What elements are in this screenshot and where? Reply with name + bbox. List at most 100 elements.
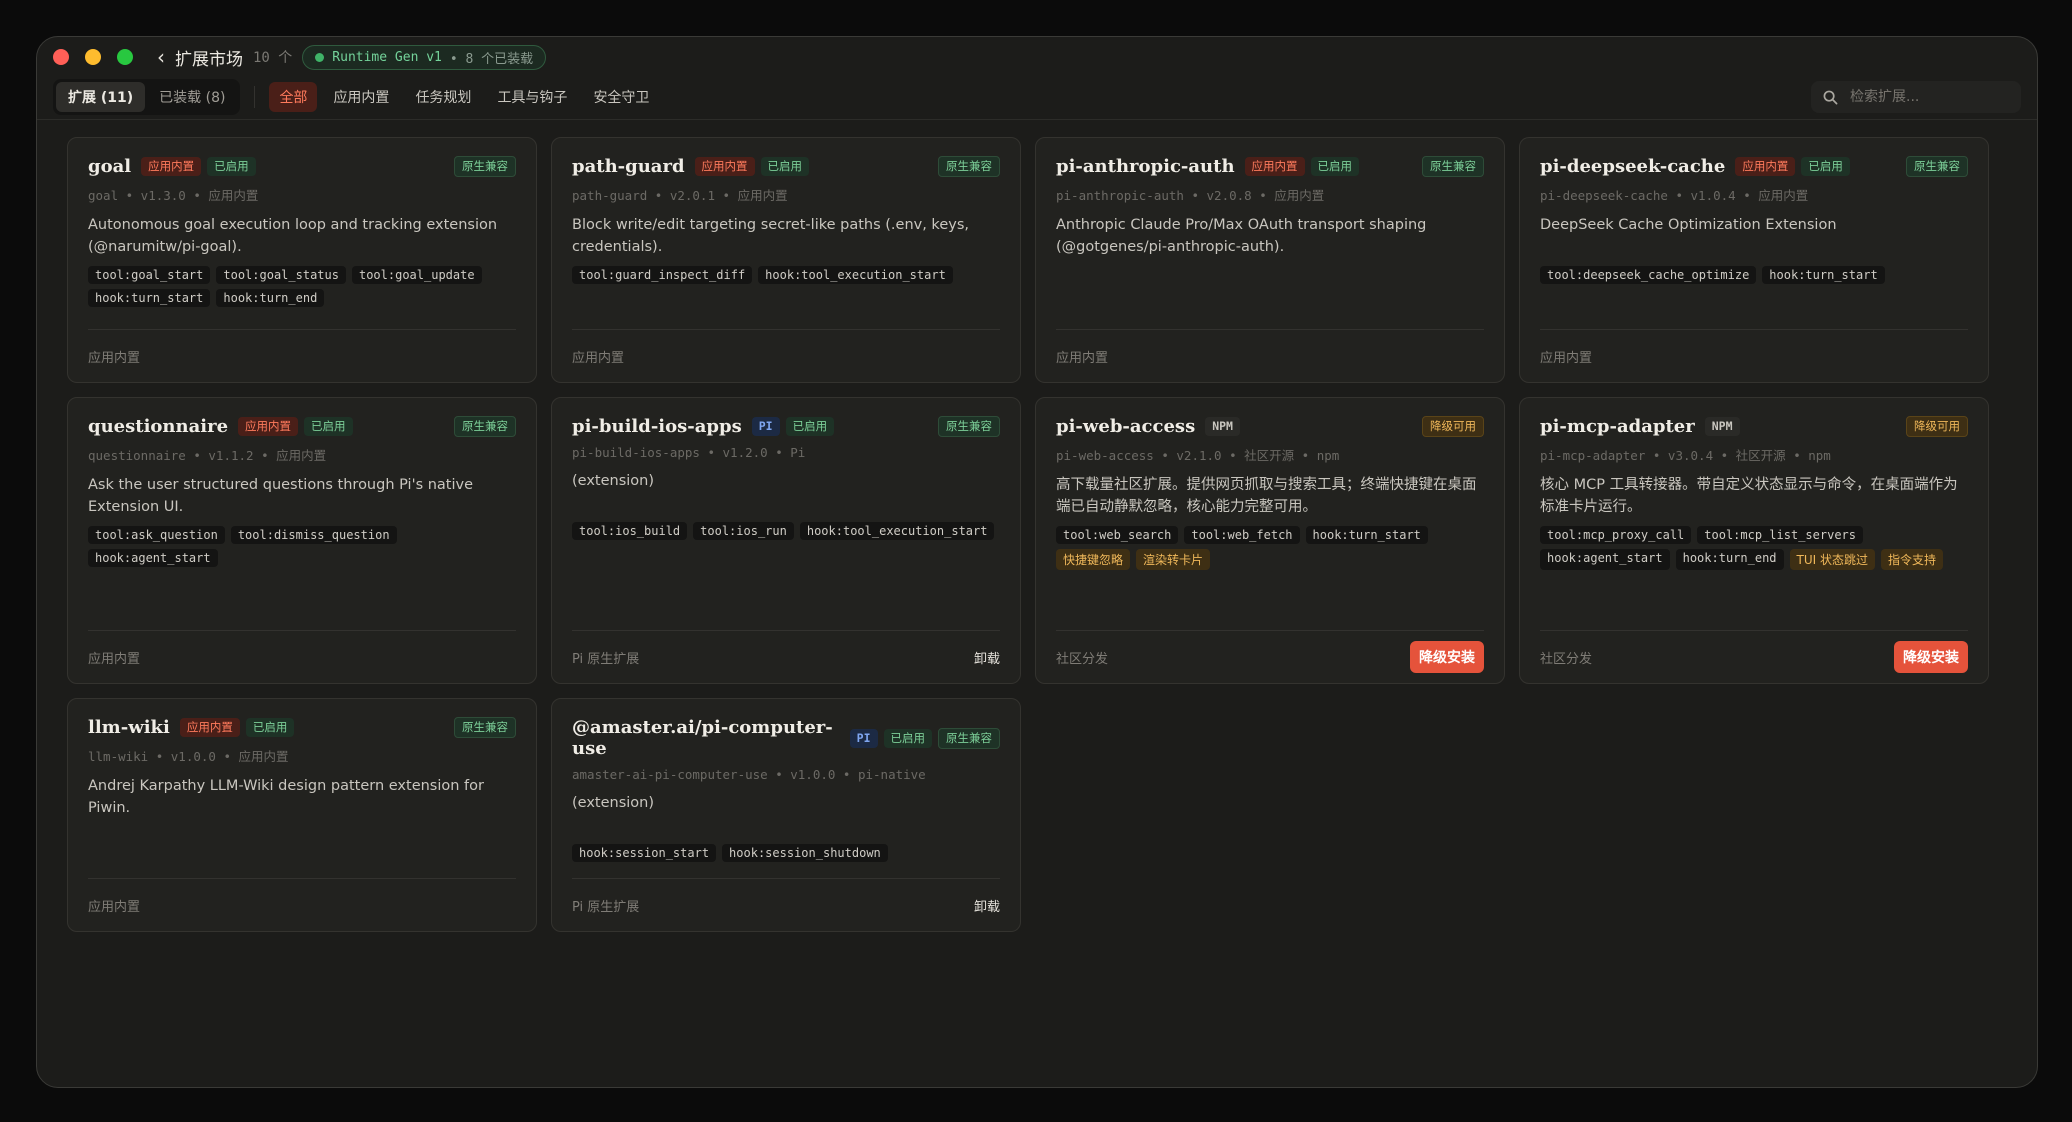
capability-tags: tool:goal_start tool:goal_status tool:go… (88, 266, 516, 307)
capability-tag: hook:tool_execution_start (758, 266, 953, 284)
filter-tools-hooks[interactable]: 工具与钩子 (487, 82, 577, 112)
extension-card-pi-mcp-adapter[interactable]: pi-mcp-adapter NPM 降级可用 pi-mcp-adapter •… (1519, 397, 1989, 684)
capability-tags: tool:mcp_proxy_call tool:mcp_list_server… (1540, 526, 1968, 570)
extension-card-pi-build-ios-apps[interactable]: pi-build-ios-apps PI 已启用 原生兼容 pi-build-i… (551, 397, 1021, 684)
extension-name: pi-mcp-adapter (1540, 416, 1695, 437)
extension-card-path-guard[interactable]: path-guard 应用内置 已启用 原生兼容 path-guard • v2… (551, 137, 1021, 383)
extension-card-pi-anthropic-auth[interactable]: pi-anthropic-auth 应用内置 已启用 原生兼容 pi-anthr… (1035, 137, 1505, 383)
compat-badge: 原生兼容 (454, 717, 516, 738)
extension-name: path-guard (572, 156, 685, 177)
close-window-button[interactable] (53, 49, 69, 65)
degrade-tag: 渲染转卡片 (1136, 549, 1211, 570)
capability-tags: tool:ask_question tool:dismiss_question … (88, 526, 516, 567)
capability-tag: tool:mcp_proxy_call (1540, 526, 1692, 544)
capability-tag: hook:turn_start (88, 289, 211, 307)
capability-tag: hook:agent_start (1540, 549, 1670, 570)
minimize-window-button[interactable] (85, 49, 101, 65)
extension-description: Autonomous goal execution loop and track… (88, 217, 498, 255)
card-footer: 应用内置 (88, 630, 516, 683)
extension-description: (extension) (572, 473, 655, 489)
capability-tag: tool:ios_build (572, 522, 688, 540)
extension-market-window: ‹ 扩展市场 10 个 Runtime Gen v1 • 8 个已装载 扩展 (… (36, 36, 2038, 1088)
extension-name: pi-anthropic-auth (1056, 156, 1235, 177)
capability-tag: hook:turn_start (1762, 266, 1885, 284)
source-label: Pi 原生扩展 (572, 651, 640, 667)
uninstall-button[interactable]: 卸载 (974, 648, 1000, 667)
compat-badge: 原生兼容 (938, 727, 1000, 749)
extension-card-pi-computer-use[interactable]: @amaster.ai/pi-computer-use PI 已启用 原生兼容 … (551, 698, 1021, 932)
extension-card-pi-deepseek-cache[interactable]: pi-deepseek-cache 应用内置 已启用 原生兼容 pi-deeps… (1519, 137, 1989, 383)
extension-name: pi-build-ios-apps (572, 416, 742, 437)
compat-badge: 原生兼容 (1422, 156, 1484, 177)
compat-badge: 降级可用 (1906, 416, 1968, 437)
extension-card-questionnaire[interactable]: questionnaire 应用内置 已启用 原生兼容 questionnair… (67, 397, 537, 684)
enabled-badge: 已启用 (245, 718, 295, 737)
capability-tag: hook:session_shutdown (722, 844, 888, 862)
enabled-badge: 已启用 (207, 157, 256, 176)
extension-description: Block write/edit targeting secret-like p… (572, 217, 969, 255)
maximize-window-button[interactable] (117, 49, 133, 65)
page-title: 扩展市场 (175, 49, 243, 70)
degrade-tag: TUI 状态跳过 (1789, 549, 1875, 570)
capability-tag: tool:ask_question (88, 526, 225, 544)
toolbar: 扩展 (11) 已装载 (8) 全部 应用内置 任务规划 工具与钩子 安全守卫 (37, 75, 2037, 120)
degraded-install-button[interactable]: 降级安装 (1894, 641, 1968, 673)
source-label: Pi 原生扩展 (572, 899, 640, 915)
title-bar: ‹ 扩展市场 10 个 Runtime Gen v1 • 8 个已装载 (37, 39, 2037, 75)
builtin-badge: 应用内置 (1735, 157, 1796, 176)
source-label: 应用内置 (88, 651, 141, 667)
extension-name: pi-web-access (1056, 416, 1196, 437)
builtin-badge: 应用内置 (694, 157, 755, 176)
extension-meta: llm-wiki • v1.0.0 • 应用内置 (88, 749, 289, 764)
back-chevron-icon[interactable]: ‹ (157, 45, 165, 69)
extension-meta: pi-build-ios-apps • v1.2.0 • Pi (572, 445, 806, 460)
extension-grid: goal 应用内置 已启用 原生兼容 goal • v1.3.0 • 应用内置 … (67, 137, 1989, 932)
extension-card-llm-wiki[interactable]: llm-wiki 应用内置 已启用 原生兼容 llm-wiki • v1.0.0… (67, 698, 537, 932)
tab-extensions[interactable]: 扩展 (11) (56, 82, 146, 112)
degraded-install-button[interactable]: 降级安装 (1410, 641, 1484, 673)
search-input[interactable] (1848, 88, 2002, 106)
source-label: 应用内置 (88, 899, 141, 915)
tab-installed[interactable]: 已装载 (8) (147, 82, 237, 112)
capability-tags: hook:session_start hook:session_shutdown (572, 844, 1000, 862)
filter-task-planning[interactable]: 任务规划 (405, 82, 481, 112)
source-label: 应用内置 (1056, 350, 1109, 366)
capability-tag: hook:turn_start (1305, 526, 1428, 544)
filter-all[interactable]: 全部 (269, 82, 318, 112)
card-footer: Pi 原生扩展 卸载 (572, 878, 1000, 931)
toolbar-divider (254, 86, 256, 108)
extension-description: 高下载量社区扩展。提供网页抓取与搜索工具；终端快捷键在桌面端已自动静默忽略，核心… (1056, 477, 1477, 515)
extension-name: pi-deepseek-cache (1540, 156, 1726, 177)
source-label: 社区分发 (1056, 651, 1109, 667)
pi-badge: PI (849, 728, 878, 748)
filter-security[interactable]: 安全守卫 (583, 82, 659, 112)
extension-name: questionnaire (88, 416, 229, 437)
extension-card-goal[interactable]: goal 应用内置 已启用 原生兼容 goal • v1.3.0 • 应用内置 … (67, 137, 537, 383)
enabled-badge: 已启用 (760, 157, 810, 176)
filter-builtin[interactable]: 应用内置 (323, 82, 399, 112)
capability-tag: tool:goal_status (216, 266, 346, 284)
capability-tag: tool:goal_start (88, 266, 211, 284)
uninstall-button[interactable]: 卸载 (974, 896, 1000, 915)
extension-description: Ask the user structured questions throug… (88, 477, 474, 515)
search-box[interactable] (1811, 81, 2021, 113)
capability-tag: tool:deepseek_cache_optimize (1540, 266, 1757, 284)
capability-tag: hook:turn_end (216, 289, 325, 307)
source-label: 社区分发 (1540, 651, 1593, 667)
enabled-badge: 已启用 (883, 728, 932, 748)
capability-tags: tool:ios_build tool:ios_run hook:tool_ex… (572, 522, 1000, 540)
capability-tag: tool:mcp_list_servers (1697, 526, 1863, 544)
enabled-badge: 已启用 (304, 417, 353, 436)
extension-card-pi-web-access[interactable]: pi-web-access NPM 降级可用 pi-web-access • v… (1035, 397, 1505, 684)
pi-badge: PI (751, 417, 780, 436)
extension-meta: pi-anthropic-auth • v2.0.8 • 应用内置 (1056, 188, 1325, 203)
card-footer: 应用内置 (1540, 329, 1968, 382)
npm-badge: NPM (1704, 417, 1740, 436)
card-footer: 应用内置 (88, 329, 516, 382)
capability-tag: tool:dismiss_question (230, 526, 397, 544)
compat-badge: 原生兼容 (938, 416, 1000, 437)
extension-meta: amaster-ai-pi-computer-use • v1.0.0 • pi… (572, 767, 926, 782)
builtin-badge: 应用内置 (179, 718, 240, 737)
degrade-tag: 快捷键忽略 (1056, 549, 1131, 570)
builtin-badge: 应用内置 (1244, 157, 1305, 176)
